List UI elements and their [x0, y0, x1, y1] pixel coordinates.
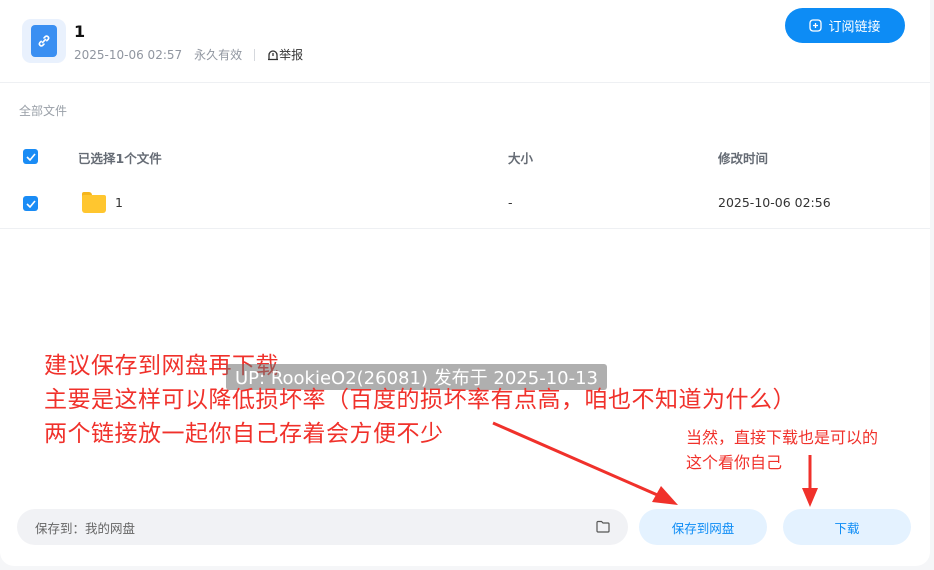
arrow-to-download: [802, 455, 818, 507]
annotation-arrows: [492, 421, 818, 507]
arrow-to-save: [492, 421, 678, 505]
